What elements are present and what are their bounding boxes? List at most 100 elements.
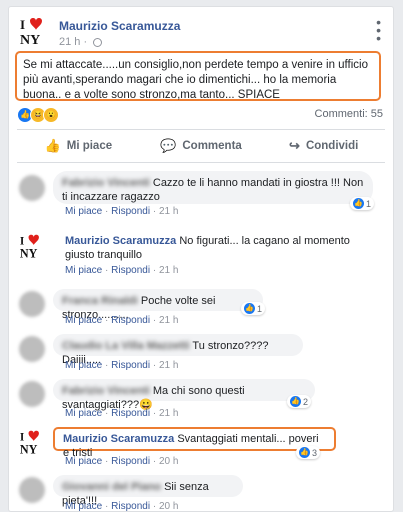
thumbs-up-icon: 👍 [44, 138, 61, 153]
like-button[interactable]: 👍 Mi piace [17, 130, 140, 162]
reactions-summary[interactable]: 👍 😆 😮 [17, 107, 59, 123]
separator: · [105, 456, 109, 467]
commenter-name[interactable]: Fabrizio Vincenti [62, 384, 150, 398]
separator: · [105, 408, 109, 419]
reaction-count: 1 [257, 303, 263, 314]
like-reaction-icon: 👍 [244, 303, 255, 314]
comment: Claudio La Villa Mazzetti Tu stronzo????… [17, 332, 385, 372]
share-button[interactable]: ↪ Condividi [262, 130, 385, 162]
i-love-ny-logo[interactable]: I NY [19, 16, 49, 46]
commenter-name[interactable]: Franca Rinaldi [62, 294, 138, 308]
comment-time[interactable]: 21 h [159, 408, 178, 419]
comment: Franca Rinaldi Poche volte sei stronzo..… [17, 287, 385, 327]
reaction-count: 2 [303, 396, 309, 407]
comment-reply-link[interactable]: Rispondi [111, 265, 150, 276]
comments-count[interactable]: Commenti: 55 [315, 108, 383, 120]
reaction-badge[interactable]: 👍 1 [241, 302, 266, 315]
comment-reply-link[interactable]: Rispondi [111, 501, 150, 511]
comment-bubble: Fabrizio Vincenti Cazzo te li hanno mand… [53, 171, 373, 204]
comment: I NY Maurizio Scaramuzza Svantaggiati me… [17, 425, 385, 467]
comment-actions: Mi piace · Rispondi · 20 h [65, 456, 178, 467]
avatar[interactable] [19, 381, 45, 407]
commenter-name[interactable]: Maurizio Scaramuzza [65, 235, 176, 247]
comment-bubble: Franca Rinaldi Poche volte sei stronzo..… [53, 289, 263, 321]
comment-reply-link[interactable]: Rispondi [111, 206, 150, 217]
svg-text:NY: NY [20, 442, 38, 455]
comment-button[interactable]: 💬 Commenta [140, 130, 263, 162]
comment-like-link[interactable]: Mi piace [65, 501, 102, 511]
post-meta: 21 h · [59, 36, 103, 48]
separator: · [105, 501, 109, 512]
comment-bubble: Maurizio Scaramuzza Svantaggiati mentali… [53, 427, 336, 459]
comment-like-link[interactable]: Mi piace [65, 315, 102, 326]
separator: · [152, 315, 157, 326]
svg-text:NY: NY [20, 33, 40, 46]
separator: · [105, 360, 109, 371]
comment-time[interactable]: 21 h [159, 315, 178, 326]
comment-label: Commenta [182, 140, 242, 152]
comment-like-link[interactable]: Mi piace [65, 456, 102, 467]
like-reaction-icon: 👍 [299, 447, 310, 458]
post-author[interactable]: Maurizio Scaramuzza [59, 19, 180, 33]
post-stats: 👍 😆 😮 Commenti: 55 [17, 107, 385, 125]
comment-actions: Mi piace · Rispondi · 21 h [65, 315, 178, 326]
globe-icon [93, 38, 103, 47]
comment-time[interactable]: 21 h [159, 265, 178, 276]
commenter-name[interactable]: Claudio La Villa Mazzetti [62, 339, 190, 353]
comment-like-link[interactable]: Mi piace [65, 360, 102, 371]
separator: · [152, 501, 157, 512]
more-options-icon[interactable]: • • • [376, 15, 381, 45]
share-arrow-icon: ↪ [289, 138, 300, 153]
comment-like-link[interactable]: Mi piace [65, 408, 102, 419]
comment-reply-link[interactable]: Rispondi [111, 360, 150, 371]
separator: · [152, 408, 157, 419]
separator: · [152, 265, 157, 276]
reaction-badge[interactable]: 👍 3 [296, 446, 321, 459]
comment-time[interactable]: 21 h [159, 360, 178, 371]
separator: · [152, 206, 157, 217]
commenter-name[interactable]: Maurizio Scaramuzza [63, 433, 174, 445]
separator: · [83, 36, 88, 48]
post-card: I NY Maurizio Scaramuzza 21 h · • • • Se m… [8, 6, 394, 512]
comment-actions: Mi piace · Rispondi · 21 h [65, 206, 178, 217]
like-label: Mi piace [66, 140, 113, 152]
separator: · [152, 456, 157, 467]
comment-bubble: Claudio La Villa Mazzetti Tu stronzo????… [53, 334, 303, 366]
avatar[interactable] [19, 291, 45, 317]
avatar[interactable] [19, 477, 45, 503]
comment: Fabrizio Vincenti Cazzo te li hanno mand… [17, 171, 385, 221]
comment: I NY Maurizio Scaramuzza No figurati... … [17, 229, 385, 279]
post-time[interactable]: 21 h [59, 36, 80, 48]
comment-like-link[interactable]: Mi piace [65, 265, 102, 276]
comment-time[interactable]: 20 h [159, 456, 178, 467]
comment-reply-link[interactable]: Rispondi [111, 315, 150, 326]
comment-time[interactable]: 20 h [159, 501, 178, 511]
comment: Giovanni del Piano Sii senza pieta'!!! M… [17, 473, 385, 512]
comment-reply-link[interactable]: Rispondi [111, 456, 150, 467]
comment: Fabrizio Vincenti Ma chi sono questi sva… [17, 377, 385, 419]
comment-like-link[interactable]: Mi piace [65, 206, 102, 217]
comment-time[interactable]: 21 h [159, 206, 178, 217]
reaction-count: 3 [312, 447, 318, 458]
post-text: Se mi attaccate.....un consiglio,non per… [15, 51, 381, 101]
i-love-ny-logo[interactable]: I NY [19, 233, 45, 259]
post-header: I NY Maurizio Scaramuzza 21 h · • • • [19, 15, 385, 52]
comment-bubble: Giovanni del Piano Sii senza pieta'!!! [53, 475, 243, 507]
commenter-name[interactable]: Giovanni del Piano [62, 480, 161, 494]
comment-reply-link[interactable]: Rispondi [111, 408, 150, 419]
separator: · [105, 315, 109, 326]
i-love-ny-logo[interactable]: I NY [19, 429, 45, 455]
reaction-count: 1 [366, 198, 372, 209]
avatar[interactable] [19, 175, 45, 201]
reaction-badge[interactable]: 👍 1 [350, 197, 375, 210]
reaction-badge[interactable]: 👍 2 [287, 395, 312, 408]
share-label: Condividi [305, 140, 359, 152]
comment-actions: Mi piace · Rispondi · 20 h [65, 501, 178, 512]
like-reaction-icon: 👍 [290, 396, 301, 407]
commenter-name[interactable]: Fabrizio Vincenti [62, 176, 150, 190]
comment-bubble-icon: 💬 [160, 138, 177, 153]
comment-bubble: Maurizio Scaramuzza No figurati... la ca… [53, 229, 373, 262]
comment-bubble: Fabrizio Vincenti Ma chi sono questi sva… [53, 379, 315, 411]
avatar[interactable] [19, 336, 45, 362]
comment-actions: Mi piace · Rispondi · 21 h [65, 265, 178, 276]
